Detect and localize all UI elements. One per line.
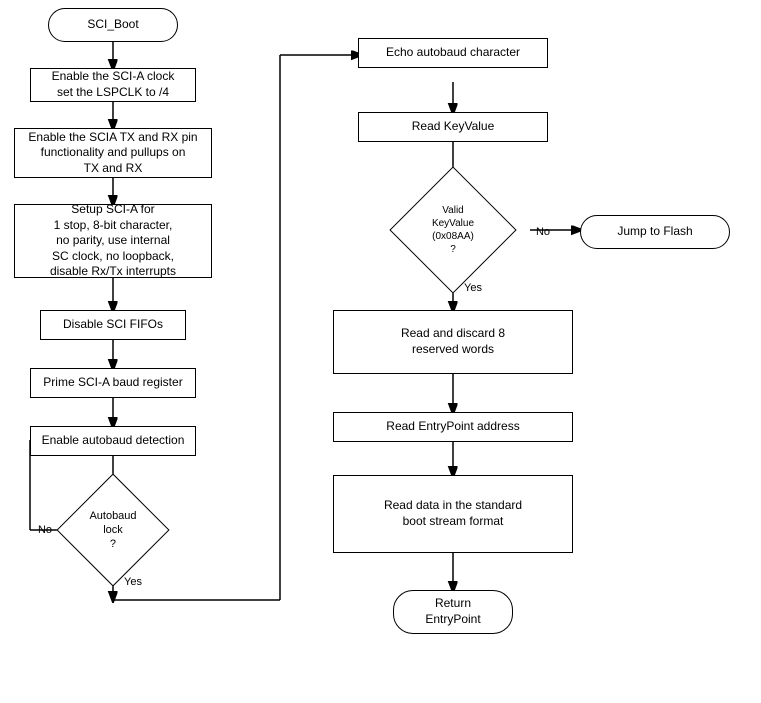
sci-boot-label: SCI_Boot: [87, 17, 138, 33]
read-discard-node: Read and discard 8 reserved words: [333, 310, 573, 374]
enable-autobaud-node: Enable autobaud detection: [30, 426, 196, 456]
autobaud-no-label: No: [30, 520, 60, 540]
read-keyvalue-node: Read KeyValue: [358, 112, 548, 142]
valid-keyvalue-diamond-container: Valid KeyValue (0x08AA) ?: [408, 185, 498, 275]
return-entrypoint-label: Return EntryPoint: [425, 596, 480, 627]
enable-pins-node: Enable the SCIA TX and RX pin functional…: [14, 128, 212, 178]
autobaud-diamond-container: Autobaud lock ?: [73, 490, 153, 570]
autobaud-diamond-label: Autobaud lock ?: [73, 490, 153, 570]
flowchart: SCI_Boot Enable the SCI-A clock set the …: [0, 0, 761, 703]
jump-to-flash-node: Jump to Flash: [580, 215, 730, 249]
setup-scia-label: Setup SCI-A for 1 stop, 8-bit character,…: [50, 202, 176, 280]
setup-scia-node: Setup SCI-A for 1 stop, 8-bit character,…: [14, 204, 212, 278]
enable-clock-node: Enable the SCI-A clock set the LSPCLK to…: [30, 68, 196, 102]
echo-autobaud-label: Echo autobaud character: [386, 45, 520, 61]
enable-autobaud-label: Enable autobaud detection: [42, 433, 185, 449]
echo-autobaud-node: Echo autobaud character: [358, 38, 548, 68]
read-entrypoint-node: Read EntryPoint address: [333, 412, 573, 442]
read-keyvalue-label: Read KeyValue: [412, 119, 495, 135]
jump-to-flash-label: Jump to Flash: [617, 224, 692, 240]
read-discard-label: Read and discard 8 reserved words: [401, 326, 505, 357]
read-data-label: Read data in the standard boot stream fo…: [384, 498, 522, 529]
sci-boot-node: SCI_Boot: [48, 8, 178, 42]
return-entrypoint-node: Return EntryPoint: [393, 590, 513, 634]
keyvalue-yes-label: Yes: [458, 278, 488, 298]
prime-baud-label: Prime SCI-A baud register: [43, 375, 182, 391]
read-entrypoint-label: Read EntryPoint address: [386, 419, 519, 435]
autobaud-yes-label: Yes: [118, 572, 148, 592]
read-data-node: Read data in the standard boot stream fo…: [333, 475, 573, 553]
valid-keyvalue-diamond-label: Valid KeyValue (0x08AA) ?: [408, 185, 498, 275]
yes-continues: [100, 650, 130, 670]
enable-clock-label: Enable the SCI-A clock set the LSPCLK to…: [52, 69, 175, 100]
keyvalue-no-label: No: [528, 222, 558, 242]
prime-baud-node: Prime SCI-A baud register: [30, 368, 196, 398]
enable-pins-label: Enable the SCIA TX and RX pin functional…: [28, 130, 197, 177]
disable-fifo-node: Disable SCI FIFOs: [40, 310, 186, 340]
disable-fifo-label: Disable SCI FIFOs: [63, 317, 163, 333]
